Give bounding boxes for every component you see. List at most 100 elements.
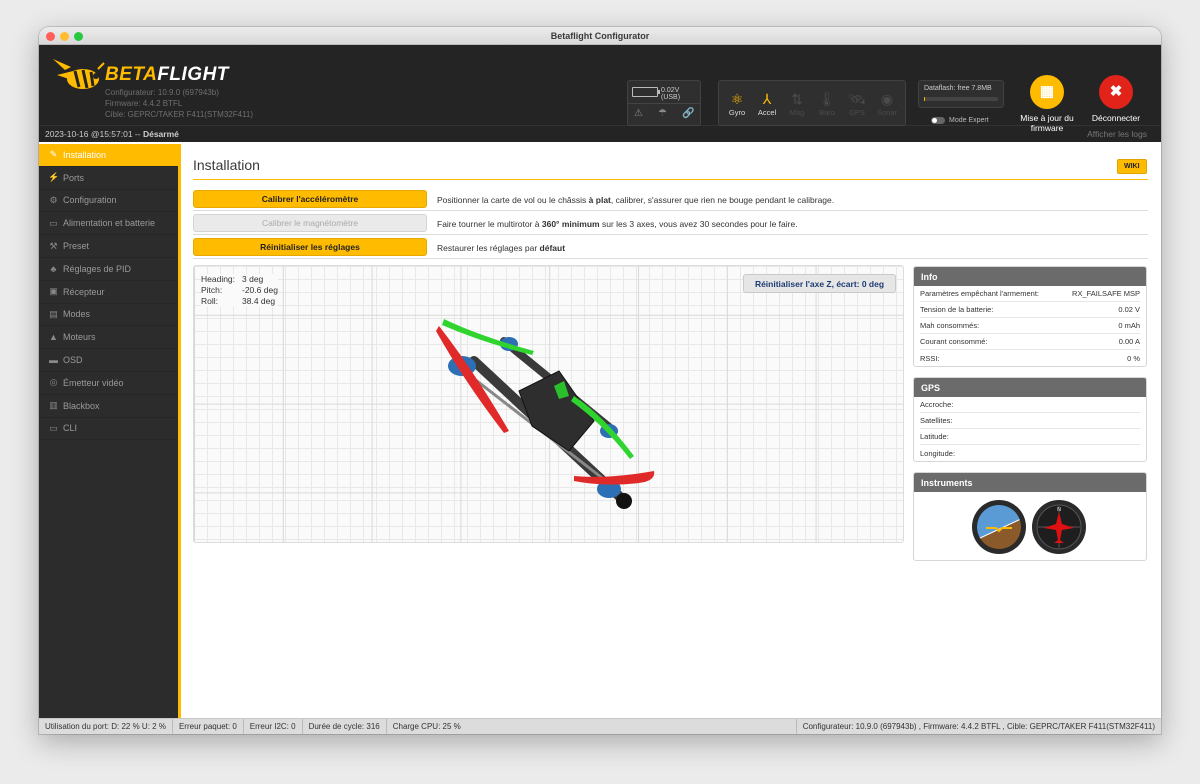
accel-icon: ⅄	[762, 90, 772, 107]
reset-settings-button[interactable]: Réinitialiser les réglages	[193, 238, 427, 256]
gps-icon: 🛰	[848, 90, 866, 107]
arming-status: 2023-10-16 @15:57:01 -- Désarmé	[45, 129, 179, 139]
sensor-accel: ⅄ Accel	[757, 90, 777, 117]
wrench-icon: ✎	[49, 149, 58, 160]
instruments-panel-title: Instruments	[914, 473, 1146, 492]
sensor-mag: ⇅ Mag	[789, 90, 805, 117]
sensor-gps: 🛰 GPS	[848, 90, 866, 117]
window-title: Betaflight Configurator	[550, 30, 650, 41]
sidebar-item-osd[interactable]: ▬ OSD	[39, 349, 178, 372]
info-row: Mah consommés: 0 mAh	[920, 318, 1140, 334]
vtx-icon: ◎	[49, 377, 58, 388]
info-panel-title: Info	[914, 267, 1146, 286]
zoom-window-button[interactable]	[74, 32, 83, 41]
gps-row: Latitude:	[920, 429, 1140, 445]
i2c-error: Erreur I2C: 0	[244, 719, 303, 734]
sidebar-item-power-battery[interactable]: ▭ Alimentation et batterie	[39, 212, 178, 236]
sidebar-item-preset[interactable]: ⚒ Preset	[39, 235, 178, 258]
configurator-version: Configurateur: 10.9.0 (697943b)	[105, 88, 219, 97]
pitch-value: -20.6 deg	[242, 285, 278, 295]
sensor-baro: 🌡 Baro	[818, 90, 836, 117]
battery-voltage: 0.02V (USB)	[661, 87, 681, 101]
sidebar-item-pid-tuning[interactable]: ♣ Réglages de PID	[39, 258, 178, 281]
instruments-panel: Instruments N	[913, 472, 1147, 561]
target-board: Cible: GEPRC/TAKER F411(STM32F411)	[105, 110, 254, 119]
model-view[interactable]: Heading: 3 deg Pitch: -20.6 deg Roll: 38.4 …	[193, 265, 904, 543]
gear-icon: ⚙	[49, 194, 58, 205]
gps-row: Accroche:	[920, 397, 1140, 413]
expert-mode-toggle[interactable]: Mode Expert	[931, 117, 989, 124]
sidebar: ✎ Installation ⚡ Ports ⚙ Configuration ▭ Ali…	[39, 144, 181, 718]
usb-disconnect-icon: ✖	[1099, 75, 1133, 109]
page-title: Installation	[193, 157, 260, 173]
failsafe-icon: ☂	[658, 108, 667, 119]
calibrate-mag-button[interactable]: Calibrer le magnétomètre	[193, 214, 427, 232]
action-row-calibrate-mag: Calibrer le magnétomètre Faire tourner l…	[193, 212, 1148, 235]
minimize-window-button[interactable]	[60, 32, 69, 41]
sonar-icon: ◉	[880, 90, 894, 107]
blackbox-icon: ▥	[49, 400, 58, 411]
calibrate-accel-button[interactable]: Calibrer l'accéléromètre	[193, 190, 427, 208]
port-usage: Utilisation du port: D: 22 % U: 2 %	[39, 719, 173, 734]
footer-status-bar: Utilisation du port: D: 22 % U: 2 % Erre…	[39, 718, 1161, 734]
sidebar-item-receiver[interactable]: ▣ Récepteur	[39, 281, 178, 304]
modes-icon: ▤	[49, 308, 58, 319]
gps-panel: GPS Accroche: Satellites: Latitude: Long…	[913, 377, 1147, 462]
toggle-switch[interactable]	[931, 117, 945, 124]
quadcopter-model	[436, 319, 655, 509]
gyro-icon: ⚛	[730, 90, 744, 107]
action-description: Faire tourner le multirotor à 360° minim…	[437, 219, 798, 229]
firmware-version: Firmware: 4.4.2 BTFL	[105, 99, 183, 108]
sidebar-item-configuration[interactable]: ⚙ Configuration	[39, 190, 178, 213]
dataflash-status: Dataflash: free 7.8MB	[918, 80, 1004, 108]
osd-icon: ▬	[49, 355, 58, 366]
gps-row: Longitude:	[920, 448, 956, 458]
sensor-gyro: ⚛ Gyro	[728, 90, 746, 117]
show-logs-link[interactable]: Afficher les logs	[1087, 129, 1147, 139]
connection-status-bar: 2023-10-16 @15:57:01 -- Désarmé Afficher…	[39, 125, 1161, 142]
info-panel: Info Paramètres empêchant l'armement: RX_…	[913, 266, 1147, 367]
warning-icon: ⚠	[634, 108, 643, 119]
sidebar-item-ports[interactable]: ⚡ Ports	[39, 167, 178, 190]
gps-panel-title: GPS	[914, 378, 1146, 397]
dataflash-usage-fill	[924, 97, 926, 101]
heading-value: 3 deg	[242, 274, 264, 284]
sensor-sonar: ◉ Sonar	[876, 90, 897, 117]
instrument-gauges: N	[969, 497, 1086, 557]
motor-icon: ▲	[49, 332, 58, 343]
info-row: Paramètres empêchant l'armement: RX_FAILS…	[920, 286, 1140, 302]
firmware-update-button[interactable]: ▦ Mise à jour du firmware	[1009, 75, 1085, 133]
attitude-readout: Heading: 3 deg Pitch: -20.6 deg Roll: 38.4 …	[201, 274, 278, 307]
info-row: Tension de la batterie: 0.02 V	[920, 302, 1140, 318]
mag-icon: ⇅	[791, 90, 803, 107]
app-window: Betaflight Configurator BETAFLIGHT Confi…	[39, 27, 1161, 734]
pid-icon: ♣	[50, 263, 57, 274]
cycle-time: Durée de cycle: 316	[303, 719, 387, 734]
chip-icon: ▦	[1030, 75, 1064, 109]
title-bar: Betaflight Configurator	[39, 27, 1161, 45]
action-description: Restaurer les réglages par défaut	[437, 243, 566, 253]
preset-icon: ⚒	[49, 240, 58, 251]
sidebar-item-installation[interactable]: ✎ Installation	[39, 144, 178, 167]
reset-z-axis-button[interactable]: Réinitialiser l'axe Z, écart: 0 deg	[743, 274, 896, 293]
sidebar-item-modes[interactable]: ▤ Modes	[39, 304, 178, 327]
sidebar-item-video-transmitter[interactable]: ◎ Émetteur vidéo	[39, 372, 178, 395]
sidebar-item-cli[interactable]: ▭ CLI	[39, 418, 178, 441]
close-window-button[interactable]	[46, 32, 55, 41]
wiki-button[interactable]: WIKI	[1117, 159, 1147, 174]
action-row-reset-settings: Réinitialiser les réglages Restaurer les…	[193, 236, 1148, 259]
action-row-calibrate-accel: Calibrer l'accéléromètre Positionner la …	[193, 188, 1148, 211]
bee-logo-icon	[53, 59, 105, 89]
version-info: Configurateur: 10.9.0 (697943b) , Firmwa…	[795, 719, 1161, 734]
battery-icon: ▭	[49, 217, 58, 228]
gps-row: Satellites:	[920, 413, 1140, 429]
sidebar-item-motors[interactable]: ▲ Moteurs	[39, 326, 178, 350]
attitude-indicator-icon	[969, 497, 1029, 557]
dataflash-usage-bar	[924, 97, 998, 101]
cli-icon: ▭	[49, 422, 58, 433]
packet-error: Erreur paquet: 0	[173, 719, 244, 734]
action-description: Positionner la carte de vol ou le châssi…	[437, 195, 835, 205]
disconnect-button[interactable]: ✖ Déconnecter	[1083, 75, 1149, 123]
battery-status: 0.02V (USB) ⚠ ☂ 🔗	[627, 80, 701, 126]
sidebar-item-blackbox[interactable]: ▥ Blackbox	[39, 395, 178, 418]
